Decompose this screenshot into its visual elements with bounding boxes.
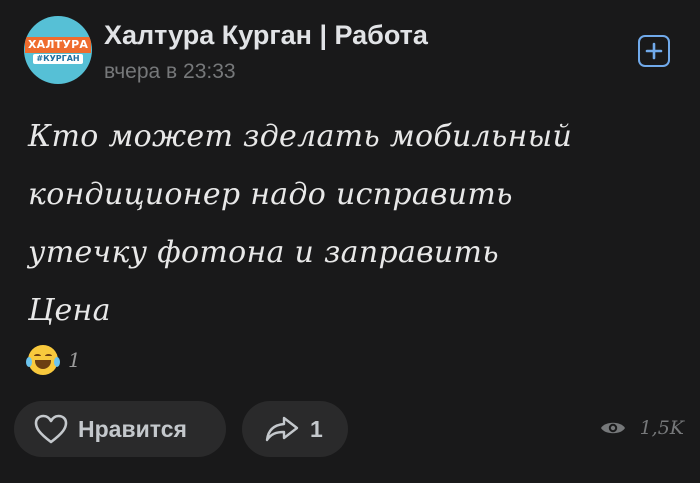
share-button[interactable]: 1 bbox=[242, 401, 348, 457]
post-text-line: кондиционер надо исправить bbox=[28, 177, 513, 212]
views-counter: 1,5K bbox=[600, 417, 684, 439]
reactions-summary[interactable]: 1 bbox=[26, 345, 81, 375]
post-text-line: утечку фотона и заправить bbox=[28, 235, 499, 270]
heart-icon bbox=[34, 414, 68, 444]
share-count: 1 bbox=[310, 415, 323, 442]
subscribe-button[interactable] bbox=[638, 35, 670, 67]
post-text-line: Цена bbox=[28, 293, 111, 328]
like-button[interactable]: Нравится bbox=[14, 401, 226, 457]
wall-post: ХАЛТУРА #КУРГАН Халтура Курган | Работа … bbox=[0, 0, 700, 483]
views-count: 1,5K bbox=[639, 417, 684, 439]
face-with-tears-of-joy-icon bbox=[26, 345, 60, 375]
share-arrow-icon bbox=[265, 416, 299, 442]
avatar-logo-text: ХАЛТУРА bbox=[24, 36, 92, 53]
group-name-link[interactable]: Халтура Курган | Работа bbox=[104, 20, 428, 51]
avatar-logo-tag: #КУРГАН bbox=[33, 53, 83, 64]
reaction-count: 1 bbox=[68, 348, 81, 372]
post-text-line: Кто может зделать мобильный bbox=[28, 119, 573, 154]
post-text: Кто может зделать мобильный кондиционер … bbox=[28, 108, 668, 340]
post-timestamp[interactable]: вчера в 23:33 bbox=[104, 60, 236, 84]
plus-square-icon bbox=[645, 42, 663, 60]
eye-icon bbox=[600, 422, 625, 434]
group-avatar[interactable]: ХАЛТУРА #КУРГАН bbox=[24, 16, 92, 84]
like-label: Нравится bbox=[78, 415, 187, 442]
